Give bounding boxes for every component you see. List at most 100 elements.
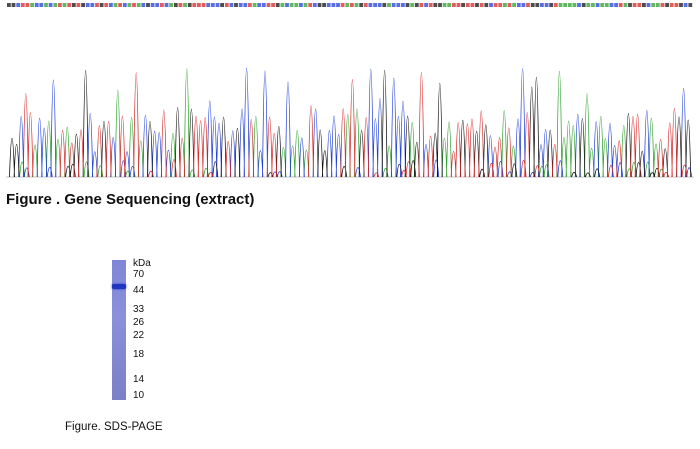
base-call [252, 3, 257, 7]
base-call [201, 3, 206, 7]
base-call [382, 3, 387, 7]
protein-band [112, 283, 126, 289]
base-call [118, 3, 122, 7]
base-call [169, 3, 173, 7]
base-call [215, 3, 220, 7]
base-call [136, 3, 141, 7]
base-call [567, 3, 572, 7]
base-call [109, 3, 113, 7]
base-call [275, 3, 280, 7]
marker-unit-label: kDa [133, 258, 151, 269]
base-call [289, 3, 294, 7]
base-call [266, 3, 271, 7]
base-call [377, 3, 382, 7]
base-call [81, 3, 85, 7]
base-call [540, 3, 544, 7]
base-call [558, 3, 563, 7]
base-call [595, 3, 600, 7]
base-call [11, 3, 16, 7]
base-call [127, 3, 132, 7]
base-call [507, 3, 512, 7]
base-call [234, 3, 238, 7]
base-call [322, 3, 326, 7]
base-call [39, 3, 44, 7]
marker-44: 44 [133, 285, 145, 296]
base-call [164, 3, 169, 7]
base-call [424, 3, 428, 7]
base-call [71, 3, 76, 7]
base-call [391, 3, 396, 7]
base-call-track [7, 3, 693, 7]
base-call [586, 3, 591, 7]
base-call [308, 3, 313, 7]
sequencing-chromatogram [6, 3, 694, 178]
base-call [665, 3, 669, 7]
base-call [285, 3, 289, 7]
base-call [419, 3, 424, 7]
base-call [248, 3, 252, 7]
base-call [183, 3, 187, 7]
base-call [604, 3, 609, 7]
base-call [99, 3, 104, 7]
base-call [618, 3, 623, 7]
base-call [44, 3, 48, 7]
base-call [642, 3, 646, 7]
base-call [224, 3, 229, 7]
base-call [456, 3, 461, 7]
base-call [155, 3, 160, 7]
base-call [493, 3, 498, 7]
base-call [303, 3, 308, 7]
base-call [512, 3, 516, 7]
base-call [90, 3, 95, 7]
base-call [452, 3, 456, 7]
base-call [414, 3, 419, 7]
base-call [683, 3, 688, 7]
base-call [294, 3, 299, 7]
base-call [544, 3, 549, 7]
base-call [220, 3, 224, 7]
base-call [368, 3, 373, 7]
base-call [679, 3, 683, 7]
base-call [637, 3, 642, 7]
base-call [465, 3, 470, 7]
base-call [210, 3, 215, 7]
base-call [632, 3, 637, 7]
base-call [20, 3, 25, 7]
marker-14: 14 [133, 374, 145, 385]
base-call [53, 3, 58, 7]
base-call [359, 3, 364, 7]
base-call [438, 3, 442, 7]
base-call [405, 3, 410, 7]
base-call [498, 3, 503, 7]
base-call [30, 3, 34, 7]
sequencing-caption: Figure . Gene Sequencing (extract) [6, 191, 255, 208]
base-call [122, 3, 127, 7]
base-call [401, 3, 405, 7]
base-call [688, 3, 693, 7]
base-call [655, 3, 660, 7]
base-call [572, 3, 577, 7]
base-call [229, 3, 234, 7]
base-call [447, 3, 452, 7]
base-call [7, 3, 11, 7]
base-call [350, 3, 354, 7]
base-call [62, 3, 67, 7]
base-call [206, 3, 211, 7]
marker-70: 70 [133, 269, 145, 280]
base-call [299, 3, 303, 7]
base-call [489, 3, 493, 7]
base-call [623, 3, 628, 7]
base-call [470, 3, 475, 7]
base-call [331, 3, 336, 7]
base-call [160, 3, 164, 7]
base-call [521, 3, 526, 7]
base-call [173, 3, 178, 7]
base-call [553, 3, 558, 7]
base-call [58, 3, 62, 7]
base-call [280, 3, 285, 7]
base-call [660, 3, 665, 7]
base-call [336, 3, 340, 7]
base-call [104, 3, 109, 7]
base-call [197, 3, 201, 7]
base-call [526, 3, 530, 7]
